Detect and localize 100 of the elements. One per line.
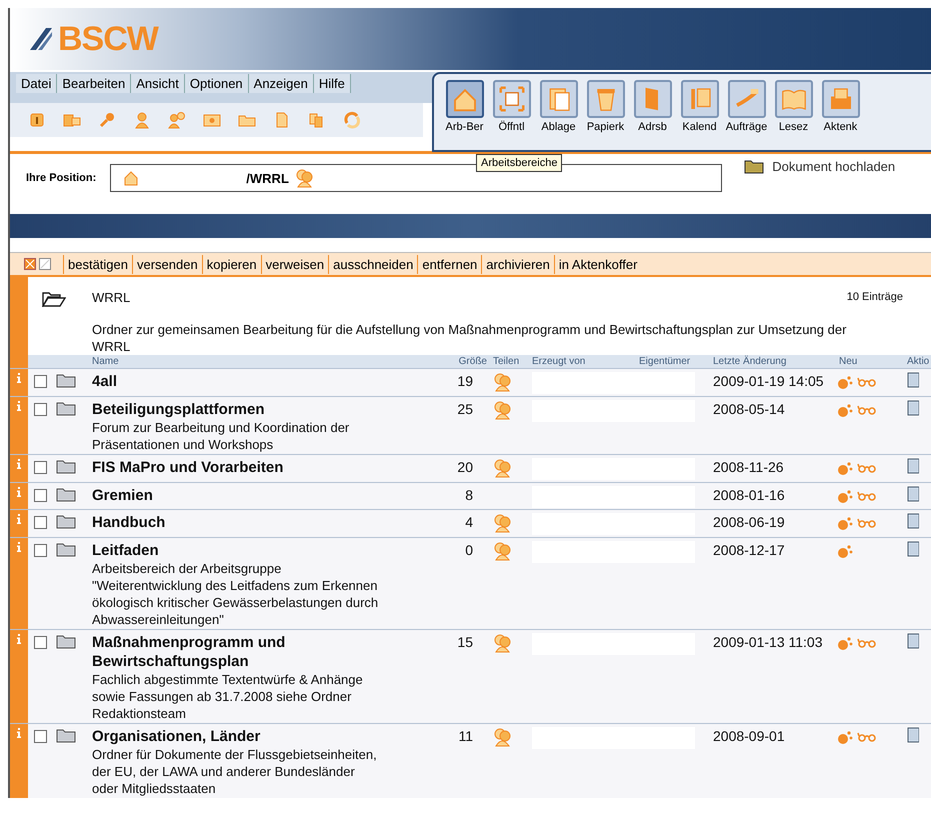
size-cell-text: 4 bbox=[464, 513, 474, 532]
column-header[interactable]: Aktio bbox=[907, 355, 931, 368]
date-cell-text: 2008-11-26 bbox=[712, 458, 785, 477]
menu-item[interactable]: Optionen bbox=[184, 74, 249, 93]
new-dot-icon bbox=[837, 460, 853, 474]
toolbar-button[interactable]: Kalend bbox=[677, 80, 722, 150]
folder-icon bbox=[56, 458, 76, 474]
folder-icon bbox=[56, 633, 76, 649]
new-dot-icon bbox=[837, 402, 853, 416]
toolbar-button[interactable]: Papierk bbox=[583, 80, 628, 150]
tool-icon bbox=[822, 80, 860, 118]
info-icon[interactable] bbox=[28, 111, 46, 129]
folder-icon bbox=[56, 372, 76, 388]
row-checkbox[interactable] bbox=[34, 403, 47, 416]
folder-name[interactable]: Leitfaden bbox=[92, 541, 442, 560]
new-dot-icon bbox=[837, 488, 853, 502]
size-cell-text: 8 bbox=[464, 486, 474, 505]
toolbar-button[interactable]: Ablage bbox=[536, 80, 581, 150]
action-menu-icon[interactable] bbox=[907, 486, 919, 502]
deselect-all-icon[interactable] bbox=[39, 258, 51, 270]
action-menu-icon[interactable] bbox=[907, 727, 919, 743]
menu-item[interactable]: Bearbeiten bbox=[57, 74, 132, 93]
tool-icon bbox=[492, 80, 530, 118]
tool-icon bbox=[540, 80, 578, 118]
row-checkbox[interactable] bbox=[34, 375, 47, 388]
date-cell-text: 2008-05-14 bbox=[712, 400, 786, 419]
tool-icon bbox=[634, 80, 672, 118]
folder-description: Forum zur Bearbeitung und Koordination der Präsentationen und Workshops bbox=[92, 419, 350, 453]
action-link[interactable]: kopieren bbox=[202, 254, 261, 274]
action-link[interactable]: in Aktenkoffer bbox=[554, 254, 642, 274]
tool-icon bbox=[774, 80, 812, 118]
column-header[interactable]: Erzeugt von bbox=[532, 355, 617, 368]
size-cell-text: 19 bbox=[456, 372, 474, 391]
action-menu-icon[interactable] bbox=[907, 458, 919, 474]
breadcrumb-link[interactable]: /WRRL bbox=[246, 170, 289, 186]
tool-icon bbox=[728, 80, 766, 118]
position-label: Ihre Position: bbox=[26, 172, 96, 184]
row-checkbox[interactable] bbox=[34, 544, 47, 557]
logo-stripes-icon bbox=[28, 26, 54, 52]
column-header[interactable]: Name bbox=[92, 355, 442, 368]
size-cell-text: 0 bbox=[464, 541, 474, 560]
menu-item[interactable]: Ansicht bbox=[131, 74, 185, 93]
action-link[interactable]: versenden bbox=[132, 254, 202, 274]
action-link[interactable]: bestätigen bbox=[63, 254, 132, 274]
new-dot-icon bbox=[837, 516, 853, 530]
row-checkbox[interactable] bbox=[34, 636, 47, 649]
toolbar-button[interactable]: Arb-Ber bbox=[442, 80, 487, 150]
folder-description: Ordner zur gemeinsamen Bearbeitung für die Aufstellung von Maßnahmenprogramm und Bewirtschaftungsplan zur Umsetzung der WRRL bbox=[92, 321, 848, 355]
folder-name[interactable]: Beteiligungsplattformen bbox=[92, 400, 442, 419]
toolbar-button[interactable]: Aktenk bbox=[818, 80, 863, 150]
new-dot-icon bbox=[837, 544, 853, 558]
folder-name[interactable]: Handbuch bbox=[92, 513, 442, 532]
row-checkbox[interactable] bbox=[34, 730, 47, 743]
folder-description: Fachlich abgestimmte Textentwürfe & Anhänge sowie Fassungen ab 31.7.2008 siehe Ordner Redaktionsteam bbox=[92, 671, 364, 722]
action-menu-icon[interactable] bbox=[907, 633, 919, 649]
row-checkbox[interactable] bbox=[34, 489, 47, 502]
column-header[interactable]: Eigentümer bbox=[617, 355, 707, 368]
size-cell-text: 25 bbox=[456, 400, 474, 419]
row-checkbox[interactable] bbox=[34, 461, 47, 474]
toolbar-button[interactable]: Adrsb bbox=[630, 80, 675, 150]
action-menu-icon[interactable] bbox=[907, 372, 919, 388]
logo-text: BSCW bbox=[58, 20, 158, 58]
toolbar-button[interactable]: Öffntl bbox=[489, 80, 534, 150]
date-cell-text: 2008-12-17 bbox=[712, 541, 786, 560]
size-cell-text: 15 bbox=[456, 633, 474, 652]
folder-name[interactable]: Organisationen, Länder bbox=[92, 727, 442, 746]
new-dot-icon bbox=[837, 374, 853, 388]
action-menu-icon[interactable] bbox=[907, 400, 919, 416]
folder-icon bbox=[56, 486, 76, 502]
action-link[interactable]: entfernen bbox=[417, 254, 482, 274]
action-menu-icon[interactable] bbox=[907, 513, 919, 529]
folder-description: Arbeitsbereich der Arbeitsgruppe "Weiterentwicklung des Leitfadens zum Erkennen ökologisch kritischer Gewässerbelastungen durch Abwassereinleitungen" bbox=[92, 560, 380, 628]
menu-item[interactable]: Datei bbox=[16, 74, 58, 93]
column-header[interactable]: Neu bbox=[827, 355, 907, 368]
folder-name[interactable]: 4all bbox=[92, 372, 442, 391]
column-header[interactable]: Letzte Änderung bbox=[707, 355, 827, 368]
action-link[interactable]: archivieren bbox=[481, 254, 554, 274]
folder-name[interactable]: FIS MaPro und Vorarbeiten bbox=[92, 458, 442, 477]
folder-icon[interactable] bbox=[744, 158, 764, 174]
date-cell-text: 2009-01-13 11:03 bbox=[712, 633, 824, 652]
upload-link[interactable]: Dokument hochladen bbox=[772, 158, 896, 174]
new-dot-icon bbox=[837, 636, 853, 650]
action-link[interactable]: ausschneiden bbox=[328, 254, 418, 274]
menu-item[interactable]: Anzeigen bbox=[248, 74, 314, 93]
column-header[interactable]: Teilen bbox=[487, 355, 532, 368]
folder-title: WRRL bbox=[92, 290, 130, 304]
action-link[interactable]: verweisen bbox=[260, 254, 328, 274]
folder-name[interactable]: Maßnahmenprogramm und Bewirtschaftungsplan bbox=[92, 633, 442, 671]
column-header[interactable]: Größe bbox=[442, 355, 487, 368]
folder-description: Ordner für Dokumente der Flussgebietseinheiten, der EU, der LAWA und anderer Bundesländer oder Mitgliedsstaaten bbox=[92, 746, 378, 797]
folder-icon bbox=[56, 727, 76, 743]
action-menu-icon[interactable] bbox=[907, 541, 919, 557]
folder-name[interactable]: Gremien bbox=[92, 486, 442, 505]
date-cell-text: 2009-01-19 14:05 bbox=[712, 372, 825, 391]
menu-item[interactable]: Hilfe bbox=[314, 74, 351, 93]
tool-icon bbox=[446, 80, 484, 118]
toolbar-button[interactable]: Aufträge bbox=[724, 80, 769, 150]
row-checkbox[interactable] bbox=[34, 516, 47, 529]
toolbar-button[interactable]: Lesez bbox=[771, 80, 816, 150]
select-all-icon[interactable] bbox=[24, 258, 36, 270]
